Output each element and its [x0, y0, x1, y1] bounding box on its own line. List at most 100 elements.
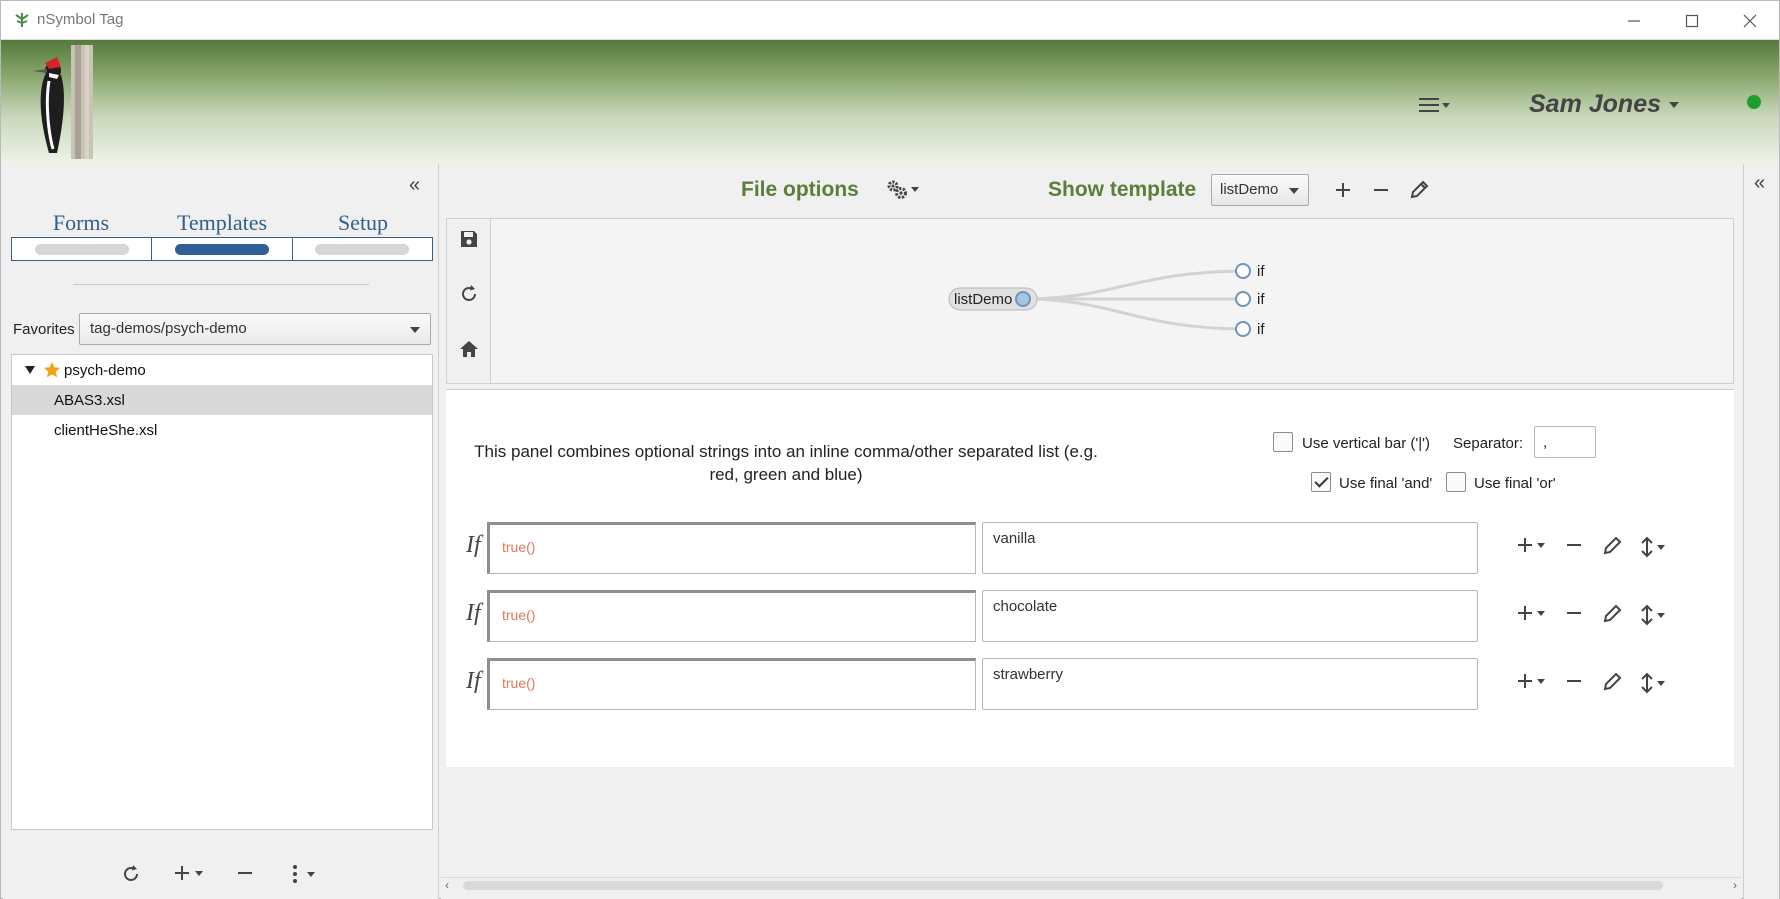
scroll-left-icon[interactable]: ‹: [445, 878, 449, 892]
collapse-left-icon[interactable]: «: [409, 174, 420, 197]
move-row-button[interactable]: [1640, 536, 1665, 558]
tree-child-label: if: [1257, 321, 1265, 338]
tree-root-node-handle[interactable]: [1015, 291, 1031, 307]
tree-child-node[interactable]: [1235, 321, 1251, 337]
file-options-label[interactable]: File options: [741, 178, 859, 202]
expand-right-icon[interactable]: «: [1754, 172, 1765, 195]
hamburger-menu-icon[interactable]: [1419, 92, 1463, 118]
minimize-icon[interactable]: [1605, 1, 1663, 40]
tab-forms-indicator[interactable]: [12, 238, 153, 260]
tab-indicator-strip: [11, 237, 433, 261]
tab-templates-indicator[interactable]: [152, 238, 293, 260]
plus-icon: [1518, 674, 1532, 688]
template-tree-graph[interactable]: listDemo if if if: [493, 219, 1733, 385]
tree-item[interactable]: ABAS3.xsl: [12, 385, 432, 415]
text-input[interactable]: vanilla: [982, 522, 1478, 574]
minus-icon: [238, 872, 252, 874]
chevron-down-icon: [1289, 188, 1299, 194]
home-icon[interactable]: [457, 337, 481, 361]
more-vertical-icon: [293, 865, 297, 883]
tab-forms[interactable]: Forms: [11, 210, 151, 236]
favorites-dropdown[interactable]: tag-demos/psych-demo: [79, 313, 431, 345]
condition-value: true(): [502, 607, 536, 623]
add-row-button[interactable]: [1516, 672, 1545, 690]
tree-item[interactable]: clientHeShe.xsl: [12, 415, 432, 445]
template-value: listDemo: [1220, 181, 1279, 198]
edit-row-button[interactable]: [1602, 604, 1622, 624]
add-template-icon[interactable]: [1331, 178, 1355, 202]
tree-child-label: if: [1257, 263, 1265, 280]
main-area: File options Show template listDemo list…: [441, 164, 1741, 899]
close-icon[interactable]: [1721, 1, 1779, 40]
plus-icon: [175, 866, 189, 880]
minus-icon: [1567, 612, 1581, 614]
tab-setup-indicator[interactable]: [293, 238, 432, 260]
move-row-button[interactable]: [1640, 604, 1665, 626]
tree-item-label: ABAS3.xsl: [54, 391, 125, 409]
add-row-button[interactable]: [1516, 536, 1545, 554]
window-title: nSymbol Tag: [37, 11, 124, 28]
connection-status-indicator: [1747, 95, 1761, 109]
use-vertical-bar-checkbox[interactable]: [1273, 432, 1293, 452]
maximize-icon[interactable]: [1663, 1, 1721, 40]
panel-description: This panel combines optional strings int…: [474, 442, 1098, 484]
use-final-or-checkbox[interactable]: [1446, 472, 1466, 492]
tree-root-label: listDemo: [954, 291, 1012, 308]
condition-value: true(): [502, 539, 536, 555]
settings-button[interactable]: [885, 178, 919, 200]
edit-row-button[interactable]: [1602, 672, 1622, 692]
file-tree: psych-demo ABAS3.xsl clientHeShe.xsl: [11, 354, 433, 830]
template-dropdown[interactable]: listDemo: [1211, 174, 1309, 206]
more-options-button[interactable]: [291, 864, 315, 884]
scrollbar-thumb[interactable]: [463, 881, 1663, 890]
remove-row-button[interactable]: [1565, 672, 1583, 690]
tree-child-node[interactable]: [1235, 291, 1251, 307]
list-panel: This panel combines optional strings int…: [446, 389, 1734, 767]
tree-child-node[interactable]: [1235, 263, 1251, 279]
separator-input[interactable]: ,: [1534, 426, 1596, 458]
star-icon: [43, 361, 61, 378]
user-menu[interactable]: Sam Jones: [1529, 90, 1661, 119]
remove-button[interactable]: [236, 864, 254, 882]
chevron-down-icon: [410, 327, 420, 333]
move-vertical-icon: [1641, 536, 1653, 558]
chevron-down-icon[interactable]: [1669, 102, 1679, 108]
list-item-row: If true() chocolate: [466, 590, 1726, 642]
add-row-button[interactable]: [1516, 604, 1545, 622]
remove-template-icon[interactable]: [1369, 178, 1393, 202]
if-label: If: [466, 600, 481, 626]
move-row-button[interactable]: [1640, 672, 1665, 694]
app-window: nSymbol Tag Sam Jones « Forms Templates …: [0, 0, 1780, 899]
condition-input[interactable]: true(): [487, 658, 976, 710]
edit-template-icon[interactable]: [1407, 178, 1431, 202]
edit-row-button[interactable]: [1602, 536, 1622, 556]
refresh-button[interactable]: [121, 864, 141, 884]
scroll-right-icon[interactable]: ›: [1733, 878, 1737, 892]
text-input[interactable]: chocolate: [982, 590, 1478, 642]
text-input[interactable]: strawberry: [982, 658, 1478, 710]
tree-folder-row[interactable]: psych-demo: [12, 355, 432, 385]
if-label: If: [466, 532, 481, 558]
pencil-icon: [1603, 672, 1622, 691]
tab-setup[interactable]: Setup: [293, 210, 433, 236]
condition-input[interactable]: true(): [487, 590, 976, 642]
move-vertical-icon: [1641, 672, 1653, 694]
tab-templates[interactable]: Templates: [152, 210, 292, 236]
use-final-and-label: Use final 'and': [1339, 475, 1433, 492]
use-final-or-label: Use final 'or': [1474, 475, 1556, 492]
save-icon[interactable]: [457, 227, 481, 251]
add-button[interactable]: [173, 864, 203, 882]
condition-input[interactable]: true(): [487, 522, 976, 574]
horizontal-scrollbar[interactable]: ‹ ›: [441, 877, 1741, 893]
app-logo-icon: [15, 13, 29, 27]
remove-row-button[interactable]: [1565, 536, 1583, 554]
refresh-icon[interactable]: [457, 282, 481, 306]
tree-folder-label: psych-demo: [64, 361, 146, 379]
use-final-and-checkbox[interactable]: [1311, 472, 1331, 492]
remove-row-button[interactable]: [1565, 604, 1583, 622]
list-item-row: If true() vanilla: [466, 522, 1726, 574]
favorites-label: Favorites: [13, 321, 75, 338]
list-item-row: If true() strawberry: [466, 658, 1726, 710]
expand-toggle-icon[interactable]: [25, 366, 35, 374]
title-bar: nSymbol Tag: [1, 1, 1779, 40]
